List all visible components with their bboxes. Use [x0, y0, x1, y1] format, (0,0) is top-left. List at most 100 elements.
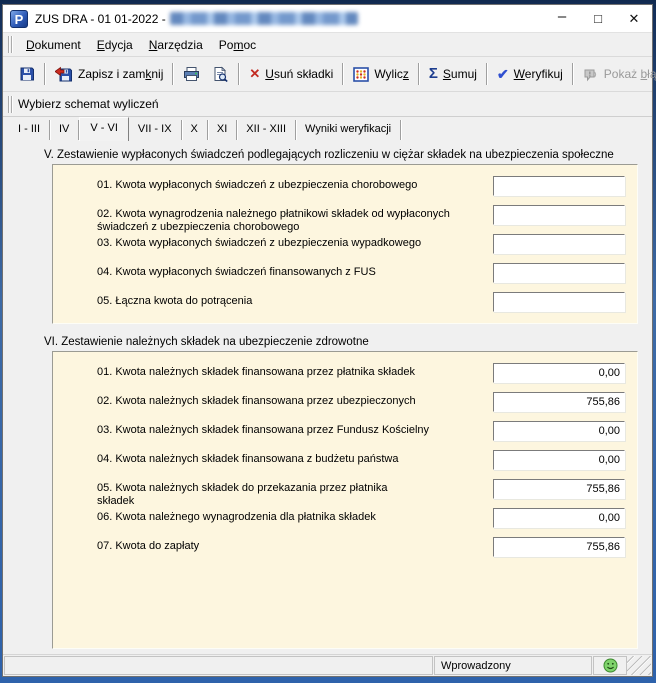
printer-icon — [183, 66, 200, 82]
schemat-bar: Wybierz schemat wyliczeń — [3, 91, 652, 117]
field-label: 02. Kwota wynagrodzenia należnego płatni… — [97, 205, 455, 234]
maximize-icon: □ — [594, 11, 602, 26]
form-row: 05. Kwota należnych składek do przekazan… — [97, 479, 625, 499]
save-button[interactable] — [13, 62, 41, 86]
tab-strip: I - III IV V - VI VII - IX X XI XII - XI… — [3, 117, 652, 141]
print-preview-icon — [212, 66, 229, 82]
sum-label: Sumuj — [443, 67, 477, 81]
green-smiley-icon — [603, 658, 618, 673]
field-input-v-01[interactable] — [493, 176, 625, 196]
abacus-icon — [353, 67, 369, 82]
menu-edycja[interactable]: Edycja — [89, 35, 141, 55]
field-input-vi-03[interactable] — [493, 421, 625, 441]
form-row: 05. Łączna kwota do potrącenia — [97, 292, 625, 312]
toolbar-separator — [418, 63, 420, 85]
form-row: 01. Kwota należnych składek finansowana … — [97, 363, 625, 383]
field-input-vi-05[interactable] — [493, 479, 625, 499]
checkmark-icon: ✔ — [497, 66, 509, 82]
calculate-label: Wylicz — [374, 67, 409, 81]
maximize-button[interactable]: □ — [580, 5, 616, 32]
verify-button[interactable]: ✔ Weryfikuj — [491, 62, 569, 86]
form-row: 03. Kwota należnych składek finansowana … — [97, 421, 625, 441]
print-button[interactable] — [177, 62, 206, 86]
field-label: 04. Kwota należnych składek finansowana … — [97, 450, 455, 466]
tab-xii-xiii[interactable]: XII - XIII — [237, 120, 296, 140]
toolbar-separator — [44, 63, 46, 85]
desktop-background: P ZUS DRA - 01 01-2022 - – □ ✕ Dokument … — [0, 0, 656, 683]
tab-v-vi[interactable]: V - VI — [79, 117, 129, 141]
field-label: 06. Kwota należnego wynagrodzenia dla pł… — [97, 508, 455, 524]
field-label: 03. Kwota należnych składek finansowana … — [97, 421, 455, 437]
field-input-v-03[interactable] — [493, 234, 625, 254]
toolbar-separator — [172, 63, 174, 85]
form-row: 03. Kwota wypłaconych świadczeń z ubezpi… — [97, 234, 625, 254]
field-label: 07. Kwota do zapłaty — [97, 537, 455, 553]
form-row: 06. Kwota należnego wynagrodzenia dla pł… — [97, 508, 625, 528]
status-smiley-panel — [593, 656, 627, 675]
save-and-close-label: Zapisz i zamknij — [78, 67, 163, 81]
delete-contributions-button[interactable]: ✕ Usuń składki — [243, 62, 339, 86]
section-vi-title: VI. Zestawienie należnych składek na ube… — [44, 336, 636, 348]
calculate-button[interactable]: Wylicz — [347, 63, 415, 86]
tab-i-iii[interactable]: I - III — [9, 120, 50, 140]
floppy-disk-icon — [19, 66, 35, 82]
field-input-vi-04[interactable] — [493, 450, 625, 470]
print-preview-button[interactable] — [206, 62, 235, 86]
zus-dra-window: P ZUS DRA - 01 01-2022 - – □ ✕ Dokument … — [2, 4, 653, 677]
toolbar: Zapisz i zamknij — [3, 56, 652, 91]
form-row: 04. Kwota wypłaconych świadczeń finansow… — [97, 263, 625, 283]
form-row: 01. Kwota wypłaconych świadczeń z ubezpi… — [97, 176, 625, 196]
tab-iv[interactable]: IV — [50, 120, 79, 140]
delete-contributions-label: Usuń składki — [265, 67, 333, 81]
title-bar[interactable]: P ZUS DRA - 01 01-2022 - – □ ✕ — [3, 5, 652, 32]
field-label: 03. Kwota wypłaconych świadczeń z ubezpi… — [97, 234, 455, 250]
field-input-v-04[interactable] — [493, 263, 625, 283]
section-v-panel: 01. Kwota wypłaconych świadczeń z ubezpi… — [52, 164, 638, 324]
close-button[interactable]: ✕ — [616, 5, 652, 32]
form-row: 04. Kwota należnych składek finansowana … — [97, 450, 625, 470]
menu-narzedzia[interactable]: Narzędzia — [141, 35, 211, 55]
field-input-vi-01[interactable] — [493, 363, 625, 383]
show-error-icon — [583, 66, 599, 82]
toolbar-separator — [342, 63, 344, 85]
minimize-button[interactable]: – — [544, 5, 580, 32]
menu-bar: Dokument Edycja Narzędzia Pomoc — [3, 32, 652, 56]
form-row: 02. Kwota wynagrodzenia należnego płatni… — [97, 205, 625, 225]
section-vi-panel: 01. Kwota należnych składek finansowana … — [52, 351, 638, 649]
menu-dokument[interactable]: Dokument — [18, 35, 89, 55]
tab-vii-ix[interactable]: VII - IX — [129, 120, 182, 140]
menu-pomoc[interactable]: Pomoc — [211, 35, 264, 55]
tab-xi[interactable]: XI — [208, 120, 237, 140]
schemat-grip[interactable] — [8, 96, 13, 113]
tab-wyniki-weryfikacji[interactable]: Wyniki weryfikacji — [296, 120, 401, 140]
field-input-v-05[interactable] — [493, 292, 625, 312]
platnik-app-icon: P — [10, 10, 28, 28]
show-error-label: Pokaż błąd — [604, 67, 656, 81]
verify-label: Weryfikuj — [514, 67, 563, 81]
status-state: Wprowadzony — [434, 656, 592, 675]
delete-x-icon: ✕ — [249, 66, 260, 82]
form-row: 02. Kwota należnych składek finansowana … — [97, 392, 625, 412]
field-label: 05. Łączna kwota do potrącenia — [97, 292, 455, 308]
show-error-button[interactable]: Pokaż błąd — [577, 62, 656, 86]
window-title: ZUS DRA - 01 01-2022 - — [35, 12, 166, 26]
field-input-vi-06[interactable] — [493, 508, 625, 528]
field-input-v-02[interactable] — [493, 205, 625, 225]
redacted-title-text — [170, 12, 358, 25]
status-bar: Wprowadzony — [3, 654, 652, 676]
save-and-close-icon — [55, 66, 73, 82]
field-label: 01. Kwota wypłaconych świadczeń z ubezpi… — [97, 176, 455, 192]
sum-button[interactable]: Σ Sumuj — [423, 62, 483, 86]
close-icon: ✕ — [629, 11, 640, 27]
toolbar-separator — [238, 63, 240, 85]
resize-grip[interactable] — [627, 656, 651, 675]
toolbar-separator — [486, 63, 488, 85]
field-input-vi-02[interactable] — [493, 392, 625, 412]
field-label: 01. Kwota należnych składek finansowana … — [97, 363, 455, 379]
tab-x[interactable]: X — [182, 120, 208, 140]
schemat-label[interactable]: Wybierz schemat wyliczeń — [18, 97, 159, 111]
menubar-grip[interactable] — [8, 36, 13, 53]
field-input-vi-07[interactable] — [493, 537, 625, 557]
save-and-close-button[interactable]: Zapisz i zamknij — [49, 62, 169, 86]
field-label: 02. Kwota należnych składek finansowana … — [97, 392, 455, 408]
